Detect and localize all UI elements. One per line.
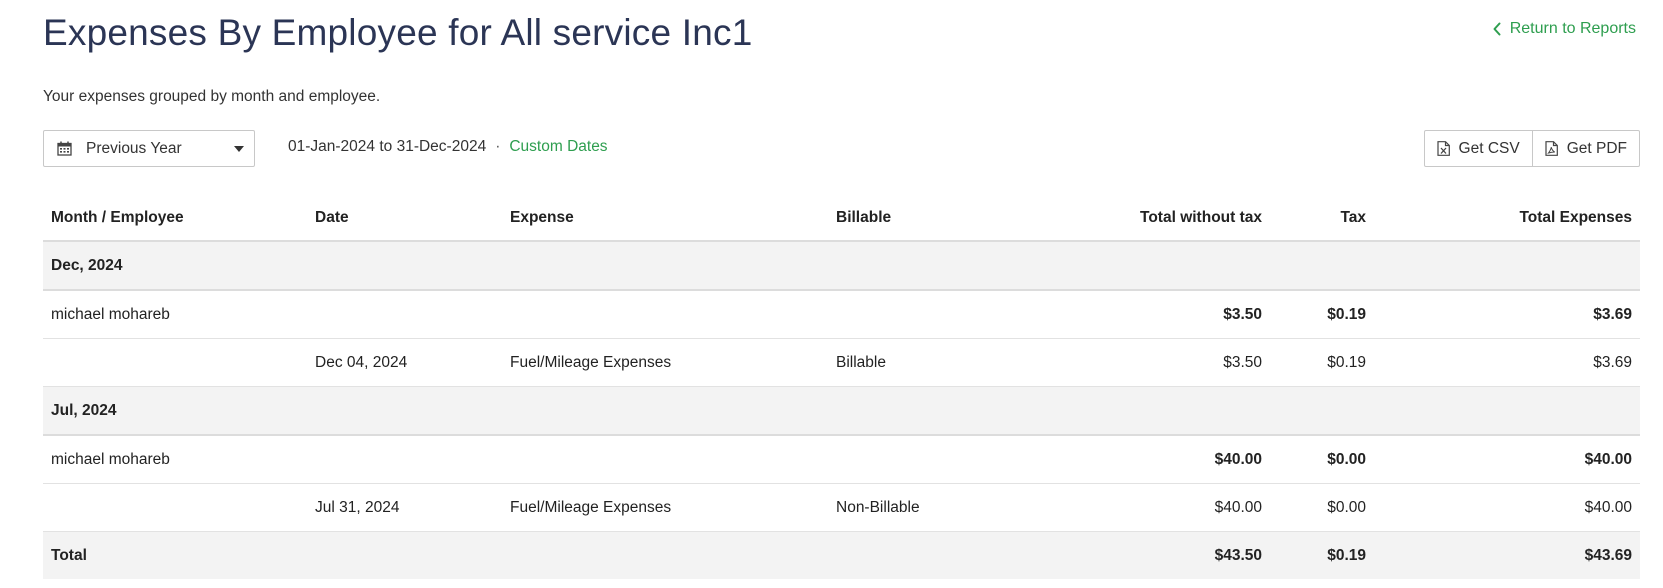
employee-row: michael mohareb $40.00 $0.00 $40.00 — [43, 435, 1640, 484]
employee-name: michael mohareb — [43, 290, 307, 339]
grand-total-tax: $0.19 — [1270, 531, 1374, 579]
get-csv-label: Get CSV — [1458, 139, 1520, 157]
total-row: Total $43.50 $0.19 $43.69 — [43, 531, 1640, 579]
pdf-file-icon — [1545, 141, 1558, 156]
grand-total-without-tax: $43.50 — [1054, 531, 1270, 579]
month-row: Dec, 2024 — [43, 241, 1640, 291]
date-range: 01-Jan-2024 to 31-Dec-2024 · Custom Date… — [288, 138, 608, 156]
column-header-billable[interactable]: Billable — [828, 196, 1054, 242]
expense-billable: Billable — [828, 338, 1054, 387]
period-dropdown-value: Previous Year — [86, 139, 182, 157]
expense-total-without-tax: $3.50 — [1054, 338, 1270, 387]
grand-total-expenses: $43.69 — [1374, 531, 1640, 579]
date-range-separator: · — [495, 138, 501, 155]
employee-tax: $0.00 — [1270, 435, 1374, 484]
month-label: Jul, 2024 — [43, 386, 307, 436]
report-toolbar: Previous Year 01-Jan-2024 to 31-Dec-2024… — [43, 130, 1640, 168]
employee-tax: $0.19 — [1270, 290, 1374, 339]
chevron-left-icon — [1493, 22, 1501, 36]
get-pdf-button[interactable]: Get PDF — [1532, 130, 1640, 167]
column-header-total-without-tax[interactable]: Total without tax — [1054, 196, 1270, 242]
employee-name: michael mohareb — [43, 435, 307, 484]
column-header-expense[interactable]: Expense — [502, 196, 828, 242]
table-header-row: Month / Employee Date Expense Billable T… — [43, 196, 1640, 242]
column-header-tax[interactable]: Tax — [1270, 196, 1374, 242]
expense-tax: $0.19 — [1270, 338, 1374, 387]
get-pdf-label: Get PDF — [1566, 139, 1627, 157]
expense-total: $3.69 — [1374, 338, 1640, 387]
expense-row[interactable]: Dec 04, 2024 Fuel/Mileage Expenses Billa… — [43, 338, 1640, 387]
expense-row[interactable]: Jul 31, 2024 Fuel/Mileage Expenses Non-B… — [43, 483, 1640, 532]
employee-total-without-tax: $3.50 — [1054, 290, 1270, 339]
caret-down-icon — [234, 145, 244, 152]
expense-billable: Non-Billable — [828, 483, 1054, 532]
employee-total: $40.00 — [1374, 435, 1640, 484]
date-range-text: 01-Jan-2024 to 31-Dec-2024 — [288, 138, 487, 155]
excel-file-icon — [1436, 141, 1450, 156]
expense-name: Fuel/Mileage Expenses — [502, 483, 828, 532]
column-header-total-expenses[interactable]: Total Expenses — [1374, 196, 1640, 242]
expense-total: $40.00 — [1374, 483, 1640, 532]
employee-total: $3.69 — [1374, 290, 1640, 339]
calendar-icon — [57, 141, 72, 156]
page-title: Expenses By Employee for All service Inc… — [43, 12, 753, 53]
employee-total-without-tax: $40.00 — [1054, 435, 1270, 484]
expense-name: Fuel/Mileage Expenses — [502, 338, 828, 387]
export-button-group: Get CSV Get PDF — [1423, 130, 1640, 167]
expenses-table: Month / Employee Date Expense Billable T… — [43, 196, 1640, 579]
report-page: Expenses By Employee for All service Inc… — [0, 0, 1663, 588]
expense-date: Jul 31, 2024 — [307, 483, 502, 532]
month-label: Dec, 2024 — [43, 241, 307, 291]
expense-tax: $0.00 — [1270, 483, 1374, 532]
column-header-month-employee[interactable]: Month / Employee — [43, 196, 307, 242]
expense-total-without-tax: $40.00 — [1054, 483, 1270, 532]
expense-date: Dec 04, 2024 — [307, 338, 502, 387]
page-subtitle: Your expenses grouped by month and emplo… — [43, 88, 381, 105]
total-label: Total — [43, 531, 307, 579]
return-to-reports-label: Return to Reports — [1509, 20, 1636, 37]
column-header-date[interactable]: Date — [307, 196, 502, 242]
month-row: Jul, 2024 — [43, 386, 1640, 436]
employee-row: michael mohareb $3.50 $0.19 $3.69 — [43, 290, 1640, 339]
custom-dates-link[interactable]: Custom Dates — [509, 138, 607, 156]
period-dropdown[interactable]: Previous Year — [43, 130, 255, 167]
get-csv-button[interactable]: Get CSV — [1423, 130, 1533, 167]
return-to-reports-link[interactable]: Return to Reports — [1492, 20, 1636, 38]
